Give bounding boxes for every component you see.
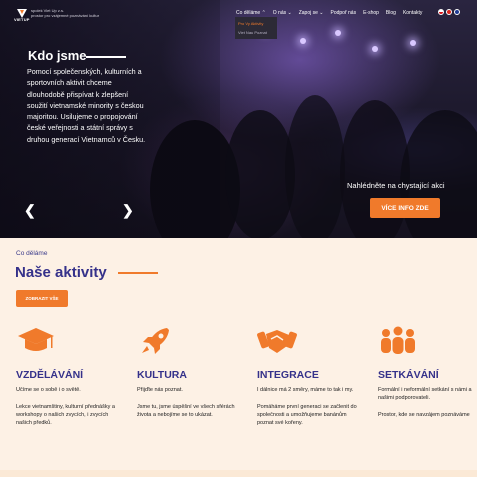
english-flag-icon[interactable] bbox=[454, 9, 460, 15]
people-group-icon bbox=[381, 326, 415, 354]
nav-item-podpor-nas[interactable]: Podpoř nás bbox=[331, 10, 357, 18]
activity-title: KULTURA bbox=[137, 369, 187, 381]
dropdown-item[interactable]: Viet Nau Poznat bbox=[238, 28, 274, 37]
activity-card-setkavani: SETKÁVÁNÍ Formální i neformální setkání … bbox=[378, 326, 477, 419]
section-kicker: Co děláme bbox=[16, 250, 48, 257]
hero-banner: VIETUP spolek Viet Up z.s. prostor pro v… bbox=[0, 0, 477, 238]
hero-description: Pomocí společenských, kulturních a sport… bbox=[27, 67, 146, 144]
event-teaser: Nahlédněte na chystající akci bbox=[347, 181, 445, 190]
nav-label: Zapoj se bbox=[298, 10, 318, 16]
ceiling-light bbox=[335, 30, 341, 36]
carousel-prev-arrow-icon[interactable]: ❮ bbox=[24, 202, 36, 219]
activity-title: VZDĚLÁVÁNÍ bbox=[16, 369, 84, 381]
footer-strip bbox=[0, 470, 477, 477]
nav-label: Co děláme bbox=[236, 10, 261, 16]
graduation-cap-icon bbox=[18, 328, 54, 351]
title-underline bbox=[86, 56, 126, 58]
logo-text: VIETUP bbox=[14, 17, 30, 22]
ceiling-light bbox=[410, 40, 416, 46]
activity-description: Jsme tu, jsme úspěšní ve všech sférách ž… bbox=[137, 403, 235, 418]
activity-title: INTEGRACE bbox=[257, 369, 319, 381]
activity-card-integrace: INTEGRACE I dálnice má 2 směry, máme to … bbox=[257, 326, 357, 427]
nav-label: O nás bbox=[272, 10, 287, 16]
activity-lead: Učíme se o sobě i o světě. bbox=[16, 387, 81, 393]
handshake-icon bbox=[257, 330, 297, 353]
activity-description: Pomáháme první generaci se začlenit do s… bbox=[257, 403, 357, 427]
activity-title: SETKÁVÁNÍ bbox=[378, 369, 439, 381]
rocket-icon bbox=[142, 328, 169, 354]
activity-description: Lekce vietnamštiny, kulturní přednášky a… bbox=[16, 403, 115, 427]
nav-item-blog[interactable]: Blog bbox=[386, 10, 396, 18]
activity-lead: Formální i neformální setkání s námi a n… bbox=[378, 387, 472, 402]
activity-lead: Přijďte nás poznat. bbox=[137, 387, 183, 393]
ceiling-light bbox=[300, 38, 306, 44]
czech-flag-icon[interactable] bbox=[438, 9, 444, 15]
title-underline bbox=[118, 272, 158, 274]
audience-silhouette bbox=[285, 95, 345, 238]
nav-item-eshop[interactable]: E-shop bbox=[363, 10, 379, 18]
nav-item-zapoj-se[interactable]: Zapoj se ⌄ bbox=[299, 10, 324, 18]
language-switcher bbox=[438, 9, 460, 15]
activity-description: Prostor, kde se navzájem poznáváme bbox=[378, 411, 470, 418]
hero-title: Kdo jsme bbox=[28, 48, 87, 63]
ceiling-light bbox=[372, 46, 378, 52]
audience-silhouette bbox=[400, 110, 477, 238]
show-all-button[interactable]: ZOBRAZIT VŠE bbox=[16, 290, 68, 307]
nav-dropdown: Pro Vy Aktivity Viet Nau Poznat bbox=[235, 17, 277, 39]
carousel-next-arrow-icon[interactable]: ❯ bbox=[122, 202, 134, 219]
section-title: Naše aktivity bbox=[15, 264, 107, 281]
activity-card-vzdelavani: VZDĚLÁVÁNÍ Učíme se o sobě i o světě. Le… bbox=[16, 326, 116, 427]
vietnam-flag-icon[interactable] bbox=[446, 9, 452, 15]
org-tagline: prostor pro vzájemné poznávání kultur bbox=[31, 13, 100, 18]
activity-card-kultura: KULTURA Přijďte nás poznat. Jsme tu, jsm… bbox=[137, 326, 237, 419]
dropdown-item[interactable]: Pro Vy Aktivity bbox=[238, 19, 274, 28]
nav-item-kontakty[interactable]: Kontakty bbox=[403, 10, 422, 18]
more-info-button[interactable]: VÍCE INFO ZDE bbox=[370, 198, 440, 218]
activity-lead: I dálnice má 2 směry, máme to tak i my. bbox=[257, 387, 354, 393]
